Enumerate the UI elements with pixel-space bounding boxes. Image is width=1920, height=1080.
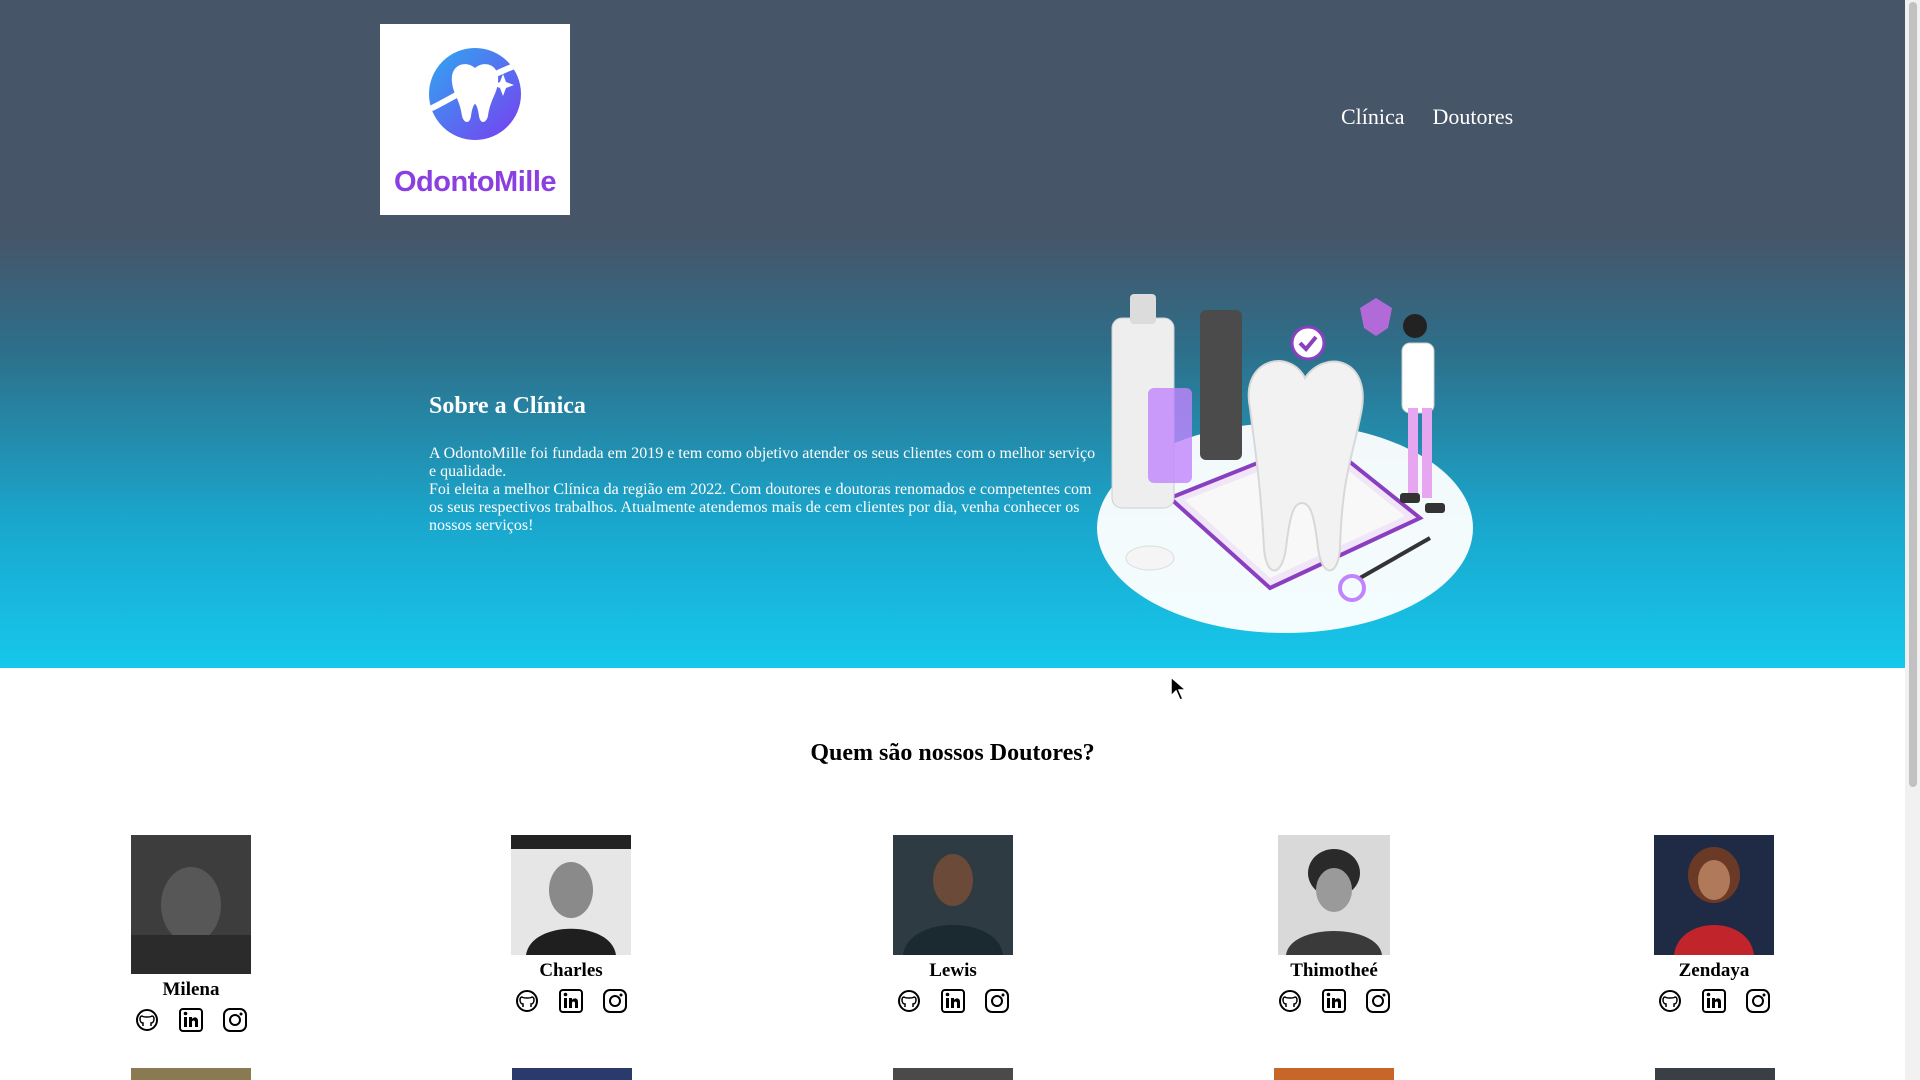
main-nav: Clínica Doutores — [1341, 104, 1513, 130]
nav-link-clinica[interactable]: Clínica — [1341, 104, 1405, 130]
github-icon[interactable] — [1277, 988, 1303, 1014]
github-icon[interactable] — [134, 1007, 160, 1033]
tooth-logo-icon — [429, 48, 523, 140]
mouse-cursor-icon — [1170, 676, 1189, 701]
logo[interactable]: OdontoMille — [380, 24, 570, 215]
instagram-icon[interactable] — [1365, 988, 1391, 1014]
doctor-photo — [1278, 835, 1390, 955]
dentist-illustration-icon — [1097, 294, 1473, 633]
doctor-photo — [1654, 835, 1774, 955]
about-text: A OdontoMille foi fundada em 2019 e tem … — [429, 445, 1097, 535]
nav-link-doutores[interactable]: Doutores — [1433, 104, 1514, 130]
github-icon[interactable] — [1657, 988, 1683, 1014]
instagram-icon[interactable] — [222, 1007, 248, 1033]
linkedin-icon[interactable] — [1321, 988, 1347, 1014]
linkedin-icon[interactable] — [178, 1007, 204, 1033]
github-icon[interactable] — [896, 988, 922, 1014]
doctor-photo — [893, 1068, 1013, 1080]
about-title: Sobre a Clínica — [429, 393, 586, 419]
social-links — [111, 1007, 271, 1033]
doctor-photo — [1274, 1068, 1394, 1080]
social-links — [873, 988, 1033, 1014]
instagram-icon[interactable] — [1745, 988, 1771, 1014]
instagram-icon[interactable] — [984, 988, 1010, 1014]
doctor-card: Lewis — [873, 835, 1033, 1014]
social-links — [1634, 988, 1794, 1014]
doctor-name: Milena — [162, 979, 220, 1000]
doctor-card: Thimotheé — [1254, 835, 1414, 1014]
about-line-2: Foi eleita a melhor Clínica da região em… — [429, 481, 1092, 534]
doctor-name: Zendaya — [1678, 960, 1750, 981]
doctor-photo — [512, 1068, 632, 1080]
doctor-photo — [893, 835, 1013, 955]
github-icon[interactable] — [514, 988, 540, 1014]
hero-header: OdontoMille Clínica Doutores Sobre a Clí… — [0, 0, 1905, 668]
doctor-card: Zendaya — [1634, 835, 1794, 1014]
linkedin-icon[interactable] — [558, 988, 584, 1014]
doctor-card: Charles — [491, 835, 651, 1014]
linkedin-icon[interactable] — [940, 988, 966, 1014]
doctor-photo — [1655, 1068, 1775, 1080]
about-line-1: A OdontoMille foi fundada em 2019 e tem … — [429, 445, 1096, 480]
doctor-card: Milena — [111, 835, 271, 1033]
linkedin-icon[interactable] — [1701, 988, 1727, 1014]
social-links — [1254, 988, 1414, 1014]
instagram-icon[interactable] — [602, 988, 628, 1014]
scrollbar-thumb[interactable] — [1909, 2, 1917, 787]
doctor-photo — [511, 835, 631, 955]
doctor-name: Lewis — [929, 960, 977, 981]
doctors-title: Quem são nossos Doutores? — [810, 740, 1095, 766]
doctor-photo — [131, 1068, 251, 1080]
logo-text: OdontoMille — [393, 166, 557, 198]
doctor-name: Thimotheé — [1290, 960, 1378, 981]
doctor-photo — [131, 835, 251, 974]
page: OdontoMille Clínica Doutores Sobre a Clí… — [0, 0, 1905, 1080]
doctor-name: Charles — [539, 960, 603, 981]
social-links — [491, 988, 651, 1014]
